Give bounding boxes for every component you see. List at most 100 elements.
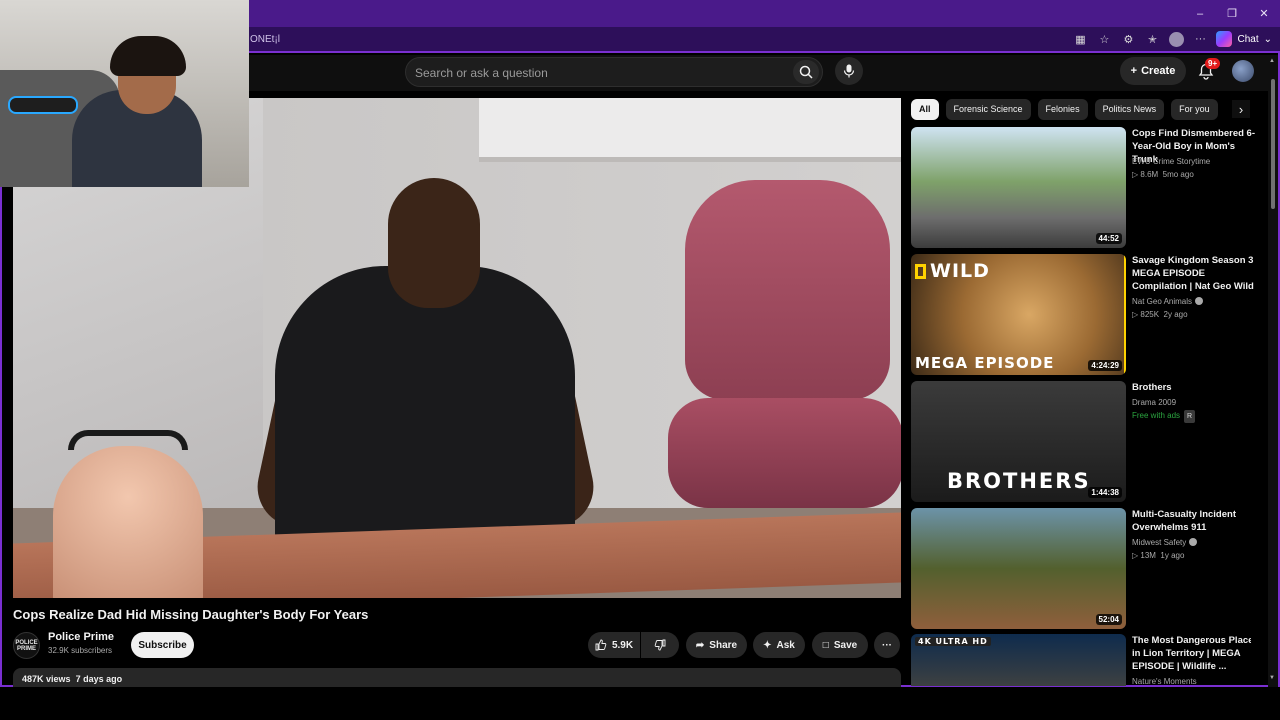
- more-actions-button[interactable]: ···: [874, 632, 900, 658]
- account-avatar[interactable]: [1232, 60, 1254, 82]
- profile-avatar: [1168, 31, 1184, 47]
- video-thumbnail[interactable]: BROTHERS 1:44:38: [911, 381, 1126, 502]
- scroll-down-icon[interactable]: ▼: [1269, 675, 1275, 681]
- search-button[interactable]: [793, 60, 819, 84]
- play-icon: ▷: [1132, 170, 1139, 179]
- recommendation-title[interactable]: Brothers: [1132, 381, 1260, 394]
- view-stats: 487K views 7 days ago: [22, 674, 122, 684]
- video-thumbnail[interactable]: 44:52: [911, 127, 1126, 248]
- webcam-streamer-hair: [110, 36, 186, 76]
- save-button[interactable]: □ Save: [812, 632, 868, 658]
- notification-badge: 9+: [1205, 58, 1221, 69]
- minimize-button[interactable]: –: [1184, 0, 1216, 27]
- profile-icon[interactable]: [1168, 31, 1184, 47]
- view-count: 487K views: [22, 674, 71, 684]
- microphone-icon: [843, 64, 855, 78]
- recommendation-item[interactable]: 44:52 Cops Find Dismembered 6-Year-Old B…: [911, 127, 1255, 249]
- thumbnail-caption: BROTHERS: [947, 469, 1091, 493]
- dislike-button[interactable]: [641, 632, 679, 658]
- restore-button[interactable]: ❐: [1216, 0, 1248, 27]
- verified-icon: [1195, 297, 1204, 305]
- extension-icon[interactable]: ⚙: [1120, 31, 1136, 47]
- filter-chips: All Forensic Science Felonies Politics N…: [911, 98, 1251, 120]
- channel-avatar[interactable]: POLICE PRIME: [13, 632, 40, 659]
- recommendation-stats: ▷ 825K 2y ago: [1132, 308, 1188, 321]
- create-button[interactable]: + Create: [1120, 57, 1186, 85]
- description-box[interactable]: 487K views 7 days ago: [13, 668, 901, 687]
- ask-label: Ask: [776, 639, 795, 651]
- scrollbar-thumb[interactable]: [1271, 79, 1275, 209]
- thumbs-down-icon: [654, 639, 666, 651]
- chevron-right-icon[interactable]: ›: [1232, 100, 1250, 118]
- duration-badge: 4:24:29: [1088, 360, 1122, 371]
- share-button[interactable]: ➦ Share: [686, 632, 747, 658]
- search-box[interactable]: Search or ask a question: [405, 57, 823, 87]
- ask-button[interactable]: ✦ Ask: [753, 632, 805, 658]
- subscriber-count: 32.9K subscribers: [48, 646, 113, 655]
- video-frame-whiteboard: [479, 98, 901, 162]
- star-icon[interactable]: ☆: [1096, 31, 1112, 47]
- recommendation-channel[interactable]: Midwest Safety: [1132, 536, 1198, 549]
- video-thumbnail[interactable]: 52:04: [911, 508, 1126, 629]
- chevron-down-icon: ⌄: [1263, 33, 1272, 45]
- duration-badge: 44:52: [1095, 233, 1122, 244]
- url-text[interactable]: ONEt¡l: [250, 34, 280, 45]
- recommendation-item[interactable]: WILD MEGA EPISODE 4:24:29 Savage Kingdom…: [911, 254, 1254, 376]
- like-count: 5.9K: [611, 639, 634, 651]
- webcam-microphone: [8, 96, 78, 114]
- channel-name: Nat Geo Animals: [1132, 297, 1193, 306]
- recommendation-title[interactable]: Savage Kingdom Season 3 MEGA EPISODE Com…: [1132, 254, 1260, 293]
- play-icon: ▷: [1132, 310, 1139, 319]
- chip-politics-news[interactable]: Politics News: [1094, 98, 1165, 120]
- upload-age: 7 days ago: [75, 674, 123, 684]
- thumbs-up-icon: [595, 639, 607, 651]
- sparkle-icon: ✦: [763, 639, 772, 651]
- browser-toolbar: ▦ ☆ ⚙ ✭ ··· Chat ⌄: [1072, 31, 1272, 47]
- like-button[interactable]: 5.9K: [588, 632, 640, 658]
- view-count: 8.6M: [1140, 170, 1159, 179]
- recommendation-channel[interactable]: Drama 2009: [1132, 396, 1176, 409]
- duration-badge: 1:44:38: [1088, 487, 1122, 498]
- chip-all[interactable]: All: [911, 98, 939, 120]
- thumbnail-logo-word: WILD: [930, 260, 990, 282]
- more-icon[interactable]: ···: [1192, 31, 1208, 47]
- app-icon[interactable]: ▦: [1072, 31, 1088, 47]
- scroll-up-icon[interactable]: ▲: [1269, 58, 1275, 64]
- chip-felonies[interactable]: Felonies: [1037, 98, 1088, 120]
- recommendation-item[interactable]: 4K ULTRA HD The Most Dangerous Place in …: [911, 634, 1251, 686]
- recommendation-title[interactable]: Multi-Casualty Incident Overwhelms 911: [1132, 508, 1260, 534]
- chip-forensic-science[interactable]: Forensic Science: [945, 98, 1031, 120]
- upload-age: 5mo ago: [1162, 170, 1194, 179]
- recommendation-channel[interactable]: EWU Crime Storytime: [1132, 155, 1210, 168]
- play-icon: ▷: [1132, 551, 1139, 560]
- upload-age: 1y ago: [1160, 551, 1185, 560]
- video-frame-person-head: [388, 178, 480, 308]
- recommendation-stats: ▷ 13M 1y ago: [1132, 549, 1184, 562]
- window-controls: – ❐ ✕: [1184, 0, 1280, 27]
- search-input[interactable]: Search or ask a question: [415, 66, 548, 80]
- favorites-icon[interactable]: ✭: [1144, 31, 1160, 47]
- video-frame-officer: [53, 446, 203, 598]
- recommendation-item[interactable]: 52:04 Multi-Casualty Incident Overwhelms…: [911, 508, 1251, 630]
- channel-name[interactable]: Police Prime: [48, 631, 114, 643]
- share-label: Share: [709, 639, 738, 651]
- share-icon: ➦: [695, 639, 705, 651]
- chip-for-you[interactable]: For you: [1171, 98, 1218, 120]
- view-count: 13M: [1140, 551, 1156, 560]
- video-thumbnail[interactable]: 4K ULTRA HD: [911, 634, 1126, 686]
- close-button[interactable]: ✕: [1248, 0, 1280, 27]
- voice-search-button[interactable]: [835, 57, 863, 85]
- recommendation-channel[interactable]: Nat Geo Animals: [1132, 295, 1204, 308]
- bookmark-icon: □: [822, 639, 829, 651]
- recommendation-channel[interactable]: Nature's Moments: [1132, 675, 1197, 686]
- search-icon: [799, 65, 813, 79]
- chat-button[interactable]: Chat ⌄: [1216, 31, 1272, 47]
- more-icon: ···: [882, 639, 892, 651]
- page-scrollbar[interactable]: ▲ ▼: [1268, 55, 1278, 687]
- video-frame-person: [275, 266, 575, 566]
- free-with-ads-badge: Free with ads: [1132, 411, 1181, 420]
- recommendation-item[interactable]: BROTHERS 1:44:38 Brothers Drama 2009 Fre…: [911, 381, 1251, 503]
- recommendation-title[interactable]: The Most Dangerous Place in Lion Territo…: [1132, 634, 1251, 673]
- video-thumbnail[interactable]: WILD MEGA EPISODE 4:24:29: [911, 254, 1126, 375]
- subscribe-button[interactable]: Subscribe: [131, 632, 194, 658]
